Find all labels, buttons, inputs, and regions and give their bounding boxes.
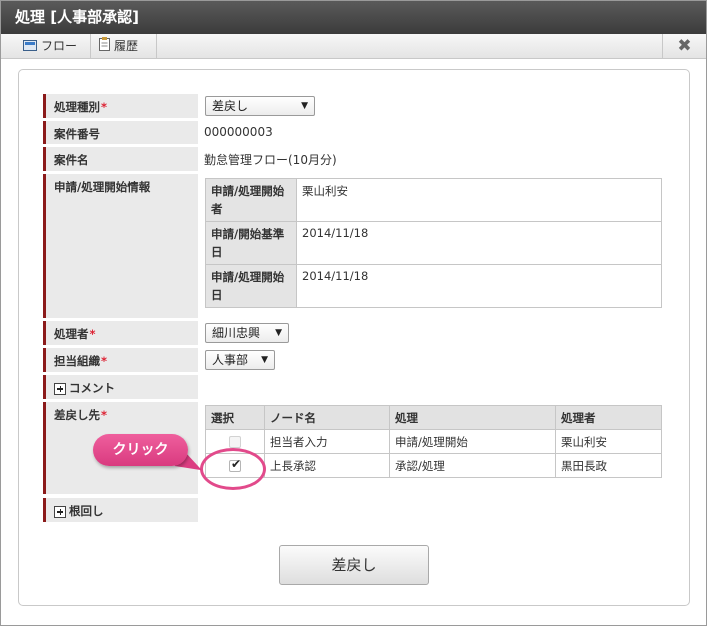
col-header-action: 処理 [389,405,556,430]
start-info-key: 申請/開始基準日 [205,221,297,265]
row-process-type: 処理種別* 差戻し ▼ [43,94,667,118]
required-mark: * [101,100,108,114]
history-label: 履歴 [114,39,139,53]
table-row: 申請/開始基準日 2014/11/18 [205,221,662,265]
required-mark: * [89,327,96,341]
table-row: 申請/処理開始者 栗山利安 [205,178,662,222]
dropdown-arrow-icon: ▼ [261,355,268,365]
close-icon[interactable]: ✖ [662,34,706,58]
row-checkbox [229,436,241,448]
action-cell: 申請/処理開始 [389,429,556,454]
label-processor: 処理者* [43,321,198,345]
process-type-selected: 差戻し [212,99,249,113]
flow-icon [23,35,37,59]
node-cell: 上長承認 [264,453,390,478]
action-cell: 承認/処理 [389,453,556,478]
circulation-toggle[interactable]: 根回し [43,498,198,522]
start-info-key: 申請/処理開始日 [205,264,297,308]
toolbar: フロー 履歴 ✖ [1,34,706,59]
start-info-value-cell: 栗山利安 [296,178,662,222]
node-cell: 担当者入力 [264,429,390,454]
process-type-select[interactable]: 差戻し ▼ [205,96,315,116]
row-organization: 担当組織* 人事部 ▼ [43,348,667,372]
label-organization: 担当組織* [43,348,198,372]
label-case-number: 案件番号 [43,121,198,144]
start-info-value: 申請/処理開始者 栗山利安 申請/開始基準日 2014/11/18 申請/処理開… [200,174,667,318]
row-start-info: 申請/処理開始情報 申請/処理開始者 栗山利安 申請/開始基準日 2014/11… [43,174,667,318]
return-target-table: 選択 ノード名 処理 処理者 担当者入力 申請/処理開始 栗山利安 ✔ 上長承認 [205,405,662,478]
row-processor: 処理者* 細川忠興 ▼ [43,321,667,345]
process-dialog: 処理 [人事部承認] フロー 履歴 ✖ 処理種別* 差戻し ▼ 案件番号 0000… [0,0,707,626]
start-info-key: 申請/処理開始者 [205,178,297,222]
user-cell: 栗山利安 [555,429,662,454]
row-case-number: 案件番号 000000003 [43,121,667,144]
col-header-user: 処理者 [555,405,662,430]
plus-icon [54,382,66,395]
label-process-type: 処理種別* [43,94,198,118]
value-return-target: 選択 ノード名 処理 処理者 担当者入力 申請/処理開始 栗山利安 ✔ 上長承認 [200,402,667,494]
col-header-select: 選択 [205,405,265,430]
start-info-table: 申請/処理開始者 栗山利安 申請/開始基準日 2014/11/18 申請/処理開… [205,178,662,308]
table-row: 担当者入力 申請/処理開始 栗山利安 [205,429,662,454]
return-label-text: 差戻し先 [54,408,100,422]
dropdown-arrow-icon: ▼ [301,101,308,111]
value-organization: 人事部 ▼ [200,348,667,372]
plus-icon [54,505,66,518]
highlight-ring [200,448,266,490]
table-row: ✔ 上長承認 承認/処理 黒田長政 [205,453,662,478]
value-process-type: 差戻し ▼ [200,94,667,118]
case-number-value: 000000003 [204,125,273,139]
flow-label: フロー [41,39,78,53]
circulation-label: 根回し [69,504,104,518]
col-header-node: ノード名 [264,405,390,430]
organization-selected: 人事部 [212,353,249,367]
dropdown-arrow-icon: ▼ [275,328,282,338]
label-start-info: 申請/処理開始情報 [43,174,198,318]
value-comment [200,375,667,399]
processor-label-text: 処理者 [54,327,89,341]
processor-selected: 細川忠興 [212,326,261,340]
case-name-value: 勤怠管理フロー(10月分) [204,153,337,167]
required-mark: * [101,408,108,422]
row-circulation: 根回し [43,498,667,522]
organization-select[interactable]: 人事部 ▼ [205,350,275,370]
dialog-title: 処理 [人事部承認] [1,1,706,34]
row-case-name: 案件名 勤怠管理フロー(10月分) [43,147,667,171]
clipboard-icon [99,35,110,59]
history-button[interactable]: 履歴 [91,34,157,58]
label-case-name: 案件名 [43,147,198,171]
table-header-row: 選択 ノード名 処理 処理者 [205,405,662,430]
start-info-value-cell: 2014/11/18 [296,264,662,308]
org-label-text: 担当組織 [54,354,100,368]
value-processor: 細川忠興 ▼ [200,321,667,345]
user-cell: 黒田長政 [555,453,662,478]
return-submit-button[interactable]: 差戻し [279,545,429,585]
click-callout: クリック [93,434,188,466]
row-comment: コメント [43,375,667,399]
form-panel: 処理種別* 差戻し ▼ 案件番号 000000003 案件名 勤怠管理フロー(10… [18,69,690,606]
table-row: 申請/処理開始日 2014/11/18 [205,264,662,308]
required-mark: * [101,354,108,368]
start-info-value-cell: 2014/11/18 [296,221,662,265]
comment-toggle[interactable]: コメント [43,375,198,399]
process-type-label-text: 処理種別 [54,100,100,114]
value-circulation [200,498,667,522]
processor-select[interactable]: 細川忠興 ▼ [205,323,289,343]
comment-label: コメント [69,381,115,395]
flow-button[interactable]: フロー [15,34,91,58]
